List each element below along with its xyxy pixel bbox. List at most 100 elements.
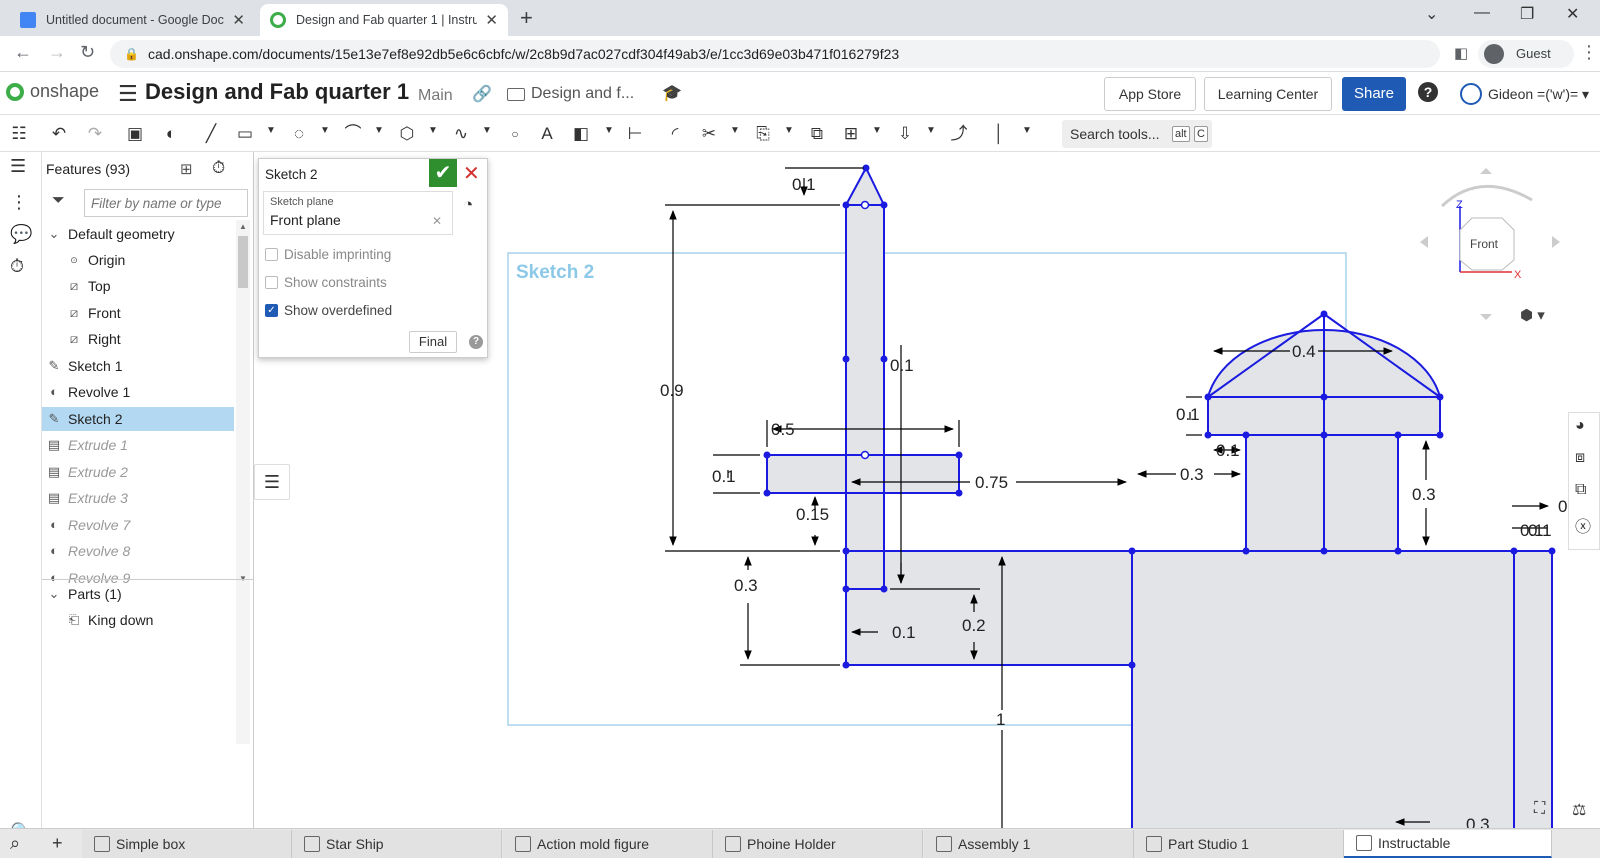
help-icon[interactable]: ? [469,335,483,349]
tree-item-part-king-down[interactable]: ⎗ King down [66,608,154,632]
show-overdefined-checkbox[interactable]: ✓ Show overdefined [265,303,392,318]
history-icon[interactable]: ⏱ [10,256,24,277]
add-folder-icon[interactable]: ⊞ [180,160,193,178]
pattern-icon[interactable]: ⊞ [840,123,862,145]
point-icon[interactable]: ○ [504,123,526,145]
back-icon[interactable]: ← [14,42,32,63]
tab-instructable[interactable]: Instructable [1344,830,1552,858]
tree-item-extrude-2[interactable]: ▤ Extrude 2 [46,460,128,484]
measure-icon[interactable]: ⛶ [1534,800,1545,818]
app-store-button[interactable]: App Store [1104,77,1196,111]
text-icon[interactable]: A [536,123,558,145]
tree-item-extrude-3[interactable]: ▤ Extrude 3 [46,486,128,510]
scroll-up-icon[interactable]: ▲ [239,222,247,231]
rectangle-dropdown-icon[interactable]: ▼ [266,125,276,136]
tree-item-revolve-1[interactable]: ◐ Revolve 1 [46,380,130,404]
construction-icon[interactable]: ◧ [570,123,592,145]
tab-part-studio-1[interactable]: Part Studio 1 [1134,830,1344,858]
constraints-dropdown-icon[interactable]: ▼ [1022,125,1032,136]
tree-item-origin[interactable]: ⊙ Origin [66,248,125,272]
view-dropdown-icon[interactable]: ⬢ ▾ [1520,306,1545,324]
browser-tab-onshape[interactable]: Design and Fab quarter 1 | Instru ✕ [260,4,508,36]
tree-item-default-geometry[interactable]: ⌄ Default geometry [46,222,175,246]
redo-icon[interactable]: ↷ [84,123,106,145]
tree-item-sketch-1[interactable]: ✎ Sketch 1 [46,354,123,378]
sketch-tool-icon[interactable]: ⤴ [948,123,970,145]
new-sketch-icon[interactable]: ▣ [124,123,146,145]
use-dropdown-icon[interactable]: ▼ [784,125,794,136]
maximize-icon[interactable]: ❐ [1520,4,1534,24]
spline-icon[interactable]: ∿ [450,123,472,145]
accept-icon[interactable]: ✔ [429,159,457,187]
feature-scrollbar[interactable]: ▲ ▼ [236,220,250,744]
disable-imprinting-checkbox[interactable]: Disable imprinting [265,247,391,262]
onshape-logo[interactable]: onshape [6,81,99,102]
close-tab-icon[interactable]: ✕ [485,11,498,29]
tree-item-sketch-2[interactable]: ✎ Sketch 2 [42,407,234,431]
cancel-icon[interactable]: ✕ [463,161,480,186]
tree-item-top[interactable]: ⧄ Top [66,274,111,298]
menu-icon[interactable]: ☰ [118,81,138,107]
construction-dropdown-icon[interactable]: ▼ [604,125,614,136]
line-icon[interactable]: ╱ [200,123,222,145]
mirror-icon[interactable]: ⧉ [806,123,828,145]
configurations-icon[interactable]: ⧉ [1575,481,1586,499]
tree-item-parts[interactable]: ⌄ Parts (1) [46,582,122,606]
tree-item-extrude-1[interactable]: ▤ Extrude 1 [46,433,128,457]
profile-button[interactable]: Guest [1478,40,1574,68]
view-options-icon[interactable]: ⌕ [10,833,20,854]
new-tab-icon[interactable]: + [520,5,533,31]
filter-icon[interactable]: ⏷ [52,192,65,210]
learning-center-button[interactable]: Learning Center [1204,77,1332,111]
tree-item-revolve-7[interactable]: ◐ Revolve 7 [46,513,130,537]
tab-phoine-holder[interactable]: Phoine Holder [713,830,923,858]
dxf-dropdown-icon[interactable]: ▼ [926,125,936,136]
help-icon[interactable]: ? [1418,82,1438,102]
link-icon[interactable]: 🔗 [472,84,492,104]
tab-search-icon[interactable]: ⌄ [1425,4,1438,24]
tree-item-front[interactable]: ⧄ Front [66,301,121,325]
close-tab-icon[interactable]: ✕ [232,11,245,29]
user-menu[interactable]: Gideon =('w')= ▾ [1460,83,1589,105]
clear-selection-icon[interactable]: ✕ [432,214,442,228]
rectangle-icon[interactable]: ▭ [234,123,256,145]
spline-dropdown-icon[interactable]: ▼ [482,125,492,136]
tree-item-right[interactable]: ⧄ Right [66,327,121,351]
tab-action-mold-figure[interactable]: Action mold figure [503,830,713,858]
units-icon[interactable]: ⚖ [1572,800,1586,820]
appearance-icon[interactable]: ◕ [1575,417,1585,435]
circle-dropdown-icon[interactable]: ▼ [320,125,330,136]
variables-icon[interactable]: ⓧ [1575,513,1591,537]
undo-icon[interactable]: ↶ [48,123,70,145]
folder-breadcrumb[interactable]: Design and f... [507,85,634,103]
arc-dropdown-icon[interactable]: ▼ [374,125,384,136]
minimize-icon[interactable]: — [1474,4,1490,22]
fillet-icon[interactable]: ◜ [664,123,686,145]
feature-list-icon[interactable]: ☷ [8,123,30,145]
tab-simple-box[interactable]: Simple box [82,830,292,858]
feature-filter-input[interactable] [84,189,248,217]
branch-label[interactable]: Main [418,87,453,105]
mass-properties-icon[interactable]: ⧈ [1575,449,1585,467]
education-icon[interactable]: 🎓 [662,83,682,103]
tab-assembly-1[interactable]: Assembly 1 [924,830,1134,858]
browser-tab-docs[interactable]: Untitled document - Google Doc ✕ [10,4,255,36]
list-icon[interactable]: ☰ [254,464,290,500]
final-button[interactable]: Final [409,331,457,353]
trim-icon[interactable]: ✂ [698,123,720,145]
sketch-plane-field[interactable]: Sketch plane Front plane ✕ [263,191,453,235]
show-constraints-checkbox[interactable]: Show constraints [265,275,387,290]
circle-icon[interactable]: ◌ [288,123,310,145]
search-tools-input[interactable]: Search tools... alt C [1062,120,1212,148]
pattern-dropdown-icon[interactable]: ▼ [872,125,882,136]
document-title[interactable]: Design and Fab quarter 1 [145,79,409,105]
add-tab-icon[interactable]: + [52,833,63,854]
comments-icon[interactable]: 💬 [10,224,32,245]
revolve-icon[interactable]: ◐ [160,123,182,145]
use-icon[interactable]: ⎘ [752,123,774,145]
reload-icon[interactable]: ↻ [80,42,95,63]
dxf-import-icon[interactable]: ⇩ [894,123,916,145]
tree-item-revolve-8[interactable]: ◐ Revolve 8 [46,539,130,563]
sidepanel-icon[interactable]: ◧ [1454,44,1468,62]
features-list-icon[interactable]: ☰ [10,156,26,177]
